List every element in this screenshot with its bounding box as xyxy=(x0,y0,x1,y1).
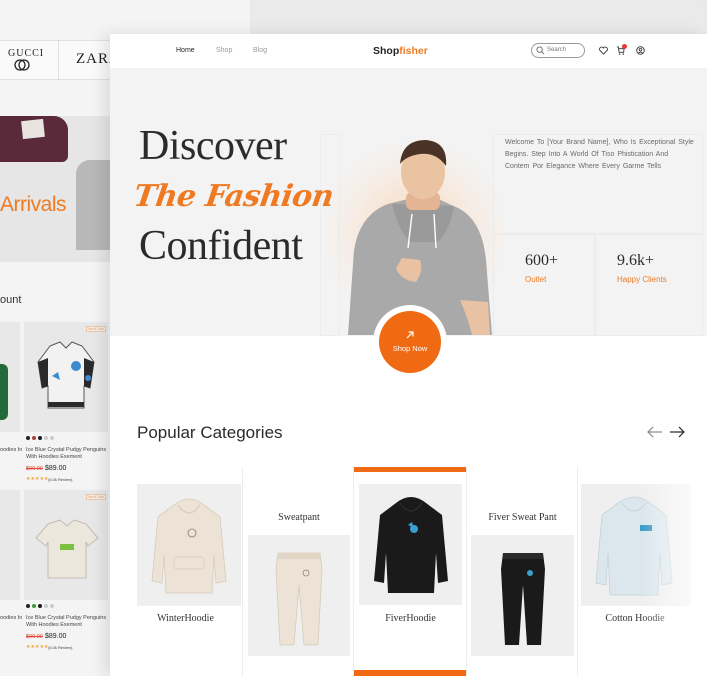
price: $89.00 xyxy=(45,633,67,640)
rating-stars: ★★★★★ xyxy=(26,476,49,482)
sweatpant-image xyxy=(275,552,323,646)
trend-badge: Trend Sale xyxy=(86,326,106,332)
background-window-bar-right xyxy=(244,0,707,36)
arrow-right-icon[interactable] xyxy=(669,426,685,438)
cart-badge xyxy=(622,44,627,49)
review-count: (5.0k Review) xyxy=(48,477,73,482)
nav-home[interactable]: Home xyxy=(176,47,195,54)
main-page: Home Shop Blog Shopfisher Search Discove… xyxy=(110,34,707,676)
category-name: FiverHoodie xyxy=(385,613,436,624)
gucci-logo-icon xyxy=(14,59,30,71)
search-icon xyxy=(536,46,545,55)
sweater-tag xyxy=(21,118,45,140)
category-name: Sweatpant xyxy=(278,512,320,523)
green-hoodie-image xyxy=(0,364,8,420)
stat-outlet-value: 600+ xyxy=(525,252,559,269)
trend-badge: Trend Sale xyxy=(86,494,106,500)
arrow-up-right-icon xyxy=(406,331,414,339)
hero-headline-line1: Discover xyxy=(139,123,287,169)
hero-headline-line2: The Fashion xyxy=(131,179,336,214)
product-name-fragment: oodies In xyxy=(0,447,23,453)
brand-divider xyxy=(58,40,59,80)
price: $89.00 xyxy=(45,465,67,472)
category-name: WinterHoodie xyxy=(157,613,214,624)
tshirt-image xyxy=(35,519,99,579)
arrivals-heading: Arrivals xyxy=(0,193,67,216)
nav-blog[interactable]: Blog xyxy=(253,47,267,54)
section-title: Popular Categories xyxy=(137,423,283,442)
stat-box xyxy=(493,234,595,336)
review-count: (5.0k Review) xyxy=(48,645,73,650)
hero-model-image xyxy=(348,140,492,335)
top-nav: Home Shop Blog Shopfisher Search xyxy=(110,34,707,68)
black-hoodie-image xyxy=(374,497,448,593)
product-name[interactable]: Ice Blue Crystal Pudgy Penguins With Hoo… xyxy=(26,615,108,629)
old-price: $99.00 xyxy=(26,634,43,640)
varsity-jacket-image xyxy=(37,341,95,409)
color-swatches[interactable] xyxy=(26,604,54,608)
color-swatches[interactable] xyxy=(26,436,54,440)
old-price: $99.00 xyxy=(26,466,43,472)
stat-outlet-label: Outlet xyxy=(525,275,547,284)
rating-stars: ★★★★★ xyxy=(26,644,49,650)
welcome-text: Welcome To [Your Brand Name], Who Is Exc… xyxy=(505,139,694,170)
hero-headline-line3: Confident xyxy=(139,223,303,269)
active-indicator-top xyxy=(354,467,466,472)
product-card-partial[interactable] xyxy=(0,490,20,600)
logo-accent: fisher xyxy=(399,45,428,57)
shop-now-label: Shop Now xyxy=(392,344,428,353)
hoodie-image xyxy=(151,498,227,594)
arrow-left-icon[interactable] xyxy=(647,426,663,438)
category-card-winter-hoodie[interactable]: WinterHoodie xyxy=(128,467,243,676)
heart-icon[interactable] xyxy=(599,46,608,55)
nav-shop[interactable]: Shop xyxy=(216,47,232,54)
category-card-sweatpant[interactable]: Sweatpant xyxy=(244,467,354,676)
category-card-fiver-hoodie[interactable]: FiverHoodie xyxy=(354,467,467,676)
site-logo[interactable]: Shopfisher xyxy=(373,45,428,57)
product-name-fragment: oodies In xyxy=(0,615,23,621)
carousel-fade xyxy=(640,474,707,676)
black-sweatpant-image xyxy=(501,553,545,645)
category-name: Fiver Sweat Pant xyxy=(488,512,557,523)
stat-box xyxy=(595,234,703,336)
logo-main: Shop xyxy=(373,45,400,57)
product-name[interactable]: Ice Blue Crystal Pudgy Penguins With Hoo… xyxy=(26,447,108,461)
stat-clients-value: 9.6k+ xyxy=(617,252,655,269)
background-model-image xyxy=(76,160,110,250)
shop-now-button[interactable]: Shop Now xyxy=(379,311,441,373)
stat-clients-label: Happy Clients xyxy=(617,275,667,284)
category-card-fiver-sweat-pant[interactable]: Fiver Sweat Pant xyxy=(467,467,578,676)
active-indicator-bottom xyxy=(354,670,466,676)
user-icon[interactable] xyxy=(636,46,645,55)
section-heading-fragment: ount xyxy=(0,294,22,306)
